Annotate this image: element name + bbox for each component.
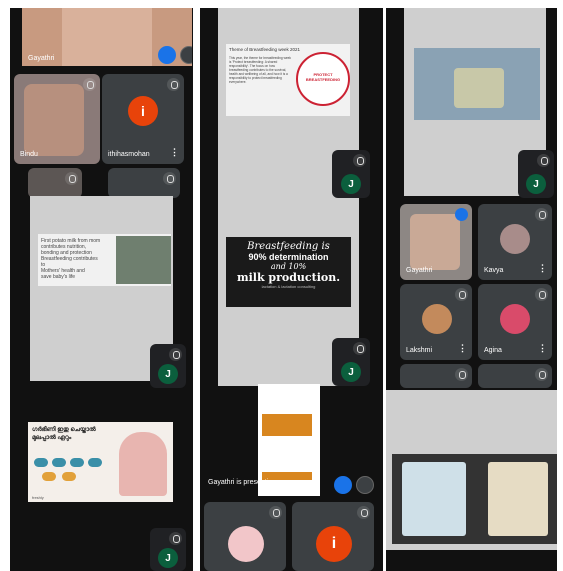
mic-button[interactable] — [334, 476, 352, 494]
mic-button[interactable] — [158, 46, 176, 64]
slide-card: First potato milk from mom contributes n… — [38, 234, 171, 286]
avatar: J — [341, 174, 361, 194]
slide-brand: freshly — [32, 495, 44, 500]
more-options-icon[interactable]: ⋮ — [538, 263, 547, 274]
avatar: J — [158, 548, 178, 568]
tile-participant-4[interactable] — [108, 168, 180, 198]
self-tile-bottom[interactable]: J — [150, 528, 186, 571]
quote-line: and 10% — [270, 262, 307, 271]
glass-left — [402, 462, 466, 536]
self-tile[interactable]: J — [518, 150, 554, 198]
preview-orange-block — [262, 414, 312, 436]
tile-participant-5[interactable] — [400, 364, 472, 388]
mic-off-icon — [535, 208, 548, 221]
mic-off-icon — [65, 172, 78, 185]
quote-line: 90% determination — [248, 252, 329, 262]
tile-name: Gayathri — [406, 267, 433, 274]
milk-photo-sheet — [386, 390, 557, 550]
seal-text: PROTECT BREASTFEEDING — [305, 72, 341, 82]
presenting-label: Gayathri is presenting — [208, 479, 277, 486]
tile-participant-6[interactable] — [478, 364, 552, 388]
tile-name: Lakshmi — [406, 347, 433, 354]
self-tile-2[interactable]: J — [332, 338, 370, 386]
slide-icons — [34, 458, 104, 488]
avatar — [500, 224, 530, 254]
mic-off-icon — [169, 348, 182, 361]
tile-bottom-2[interactable]: i — [292, 502, 374, 571]
tile-participant-2[interactable]: i ithihasmohan ⋮ — [102, 74, 184, 164]
avatar: i — [128, 96, 158, 126]
avatar: J — [526, 174, 546, 194]
tile-name: Gayathri — [28, 55, 55, 62]
slide-line: Breastfeeding contributes to — [41, 256, 98, 268]
slide-line: save baby's life — [41, 274, 76, 280]
mic-off-icon — [455, 368, 468, 381]
pin-button[interactable] — [356, 476, 374, 494]
more-options-icon[interactable]: ⋮ — [170, 147, 179, 158]
tile-name: Kavya — [484, 267, 504, 274]
mic-off-icon — [535, 368, 548, 381]
meet-panel-left: Gayathri Bindu i ithihasmohan ⋮ First po… — [10, 8, 193, 571]
avatar — [422, 304, 452, 334]
participant-photo — [410, 214, 460, 270]
tile-participant-1[interactable]: Gayathri — [400, 204, 472, 280]
slide-line: contributes nutrition, bonding and prote… — [41, 244, 92, 256]
meet-panel-middle: Theme of Breastfeeding week 2021 This ye… — [200, 8, 383, 571]
tile-participant-4[interactable]: Agina ⋮ — [478, 284, 552, 360]
slide-card: Theme of Breastfeeding week 2021 This ye… — [226, 44, 350, 116]
mic-off-icon — [167, 78, 180, 91]
mic-off-icon — [455, 288, 468, 301]
mic-off-icon — [163, 172, 176, 185]
avatar — [500, 304, 530, 334]
slide-title: Theme of Breastfeeding week 2021 — [229, 47, 301, 52]
tile-top-video[interactable]: Gayathri — [22, 8, 192, 66]
tile-name: ithihasmohan — [108, 151, 150, 158]
tile-name: Agina — [484, 347, 502, 354]
avatar: J — [341, 362, 361, 382]
avatar: J — [158, 364, 178, 384]
speaking-icon — [455, 208, 468, 221]
tile-participant-2[interactable]: Kavya ⋮ — [478, 204, 552, 280]
mic-off-icon — [353, 342, 366, 355]
self-tile[interactable]: J — [332, 150, 370, 198]
face-blur — [62, 8, 152, 66]
more-options-icon[interactable]: ⋮ — [458, 343, 467, 354]
mic-off-icon — [535, 288, 548, 301]
tile-participant-3[interactable] — [28, 168, 82, 198]
protect-breastfeeding-seal: PROTECT BREASTFEEDING — [296, 52, 350, 106]
mic-off-icon — [269, 506, 282, 519]
quote-credit: lactation & lactation consulting — [261, 284, 316, 289]
glass-right — [488, 462, 548, 536]
tile-participant-3[interactable]: Lakshmi ⋮ — [400, 284, 472, 360]
lab-photo — [414, 48, 540, 120]
slide-heading: ഗർഭിണി ഇതു ചെയ്താൽ മുലപ്പാൽ ഏറും — [32, 427, 96, 441]
avatar — [228, 526, 264, 562]
tile-participant-1[interactable]: Bindu — [14, 74, 100, 164]
tile-name: Bindu — [20, 151, 38, 158]
meet-panel-right: J Gayathri Kavya ⋮ Lakshmi ⋮ Agina ⋮ — [386, 8, 557, 571]
mic-off-icon — [169, 532, 182, 545]
self-tile[interactable]: J — [150, 344, 186, 388]
slide-illustration — [119, 432, 167, 496]
avatar: i — [316, 526, 352, 562]
quote-line: Breastfeeding is — [247, 241, 330, 252]
quote-card: Breastfeeding is 90% determination and 1… — [226, 237, 351, 307]
participant-photo — [24, 84, 84, 156]
quote-line: milk production. — [236, 271, 341, 284]
milk-photo — [392, 454, 557, 544]
pin-button[interactable] — [180, 46, 192, 64]
slide-malayalam: ഗർഭിണി ഇതു ചെയ്താൽ മുലപ്പാൽ ഏറും freshly — [28, 422, 173, 502]
tile-bottom-1[interactable] — [204, 502, 286, 571]
mic-off-icon — [537, 154, 550, 167]
mic-off-icon — [357, 506, 370, 519]
slide-body: This year, the theme for breastfeeding w… — [229, 56, 292, 84]
mic-off-icon — [353, 154, 366, 167]
slide-image — [116, 236, 171, 284]
more-options-icon[interactable]: ⋮ — [538, 343, 547, 354]
mic-off-icon — [83, 78, 96, 91]
